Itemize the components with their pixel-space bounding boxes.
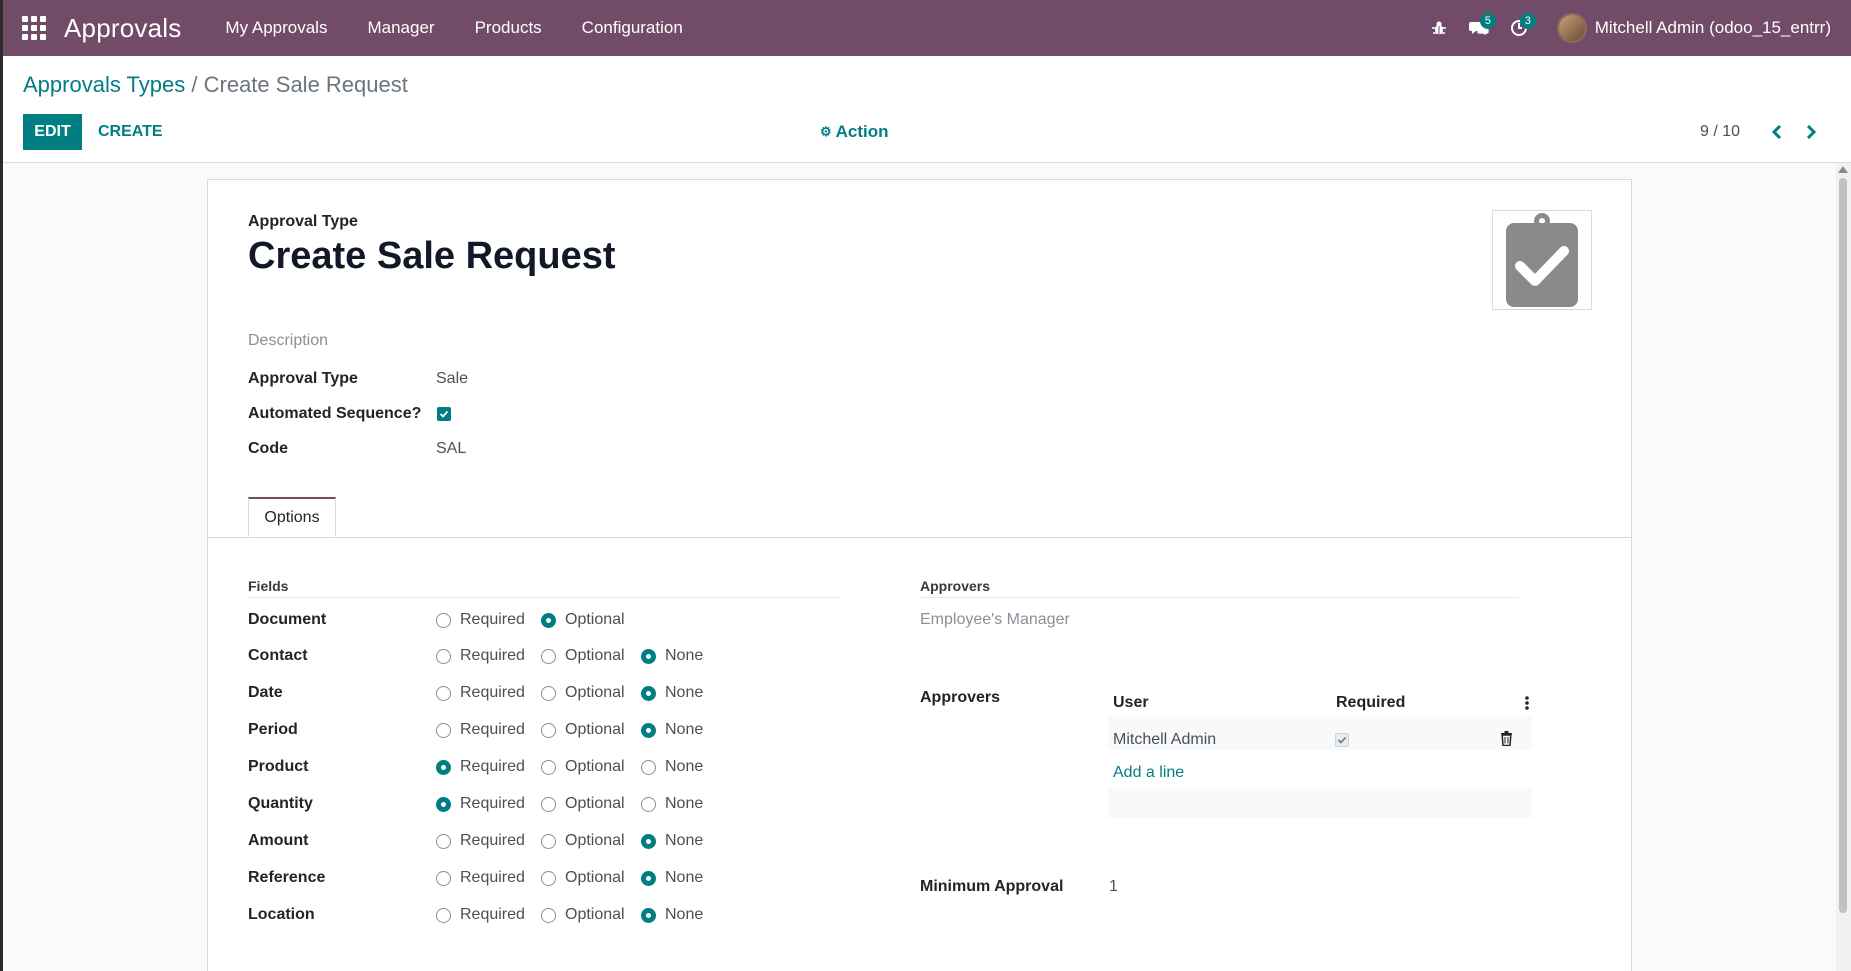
messages-chat-icon[interactable]: 5 [1459,0,1499,56]
menu-configuration[interactable]: Configuration [562,18,703,38]
tab-options[interactable]: Options [248,497,336,537]
period-required-radio[interactable]: Required [436,721,525,739]
breadcrumb-current: Create Sale Request [203,72,408,97]
contact-none-radio[interactable]: None [641,647,703,665]
reference-required-radio[interactable]: Required [436,869,525,887]
approvers-section-title: Approvers [920,578,991,594]
create-button[interactable]: CREATE [98,114,163,150]
approver-required-checkbox[interactable] [1335,733,1349,747]
column-user[interactable]: User [1113,694,1149,712]
pager-next-button[interactable] [1796,114,1826,150]
field-row-label: Reference [248,869,326,886]
amount-optional-radio[interactable]: Optional [541,832,625,850]
breadcrumb-parent-link[interactable]: Approvals Types [23,72,185,97]
column-required[interactable]: Required [1336,694,1405,712]
approval-type-value: Sale [436,370,469,387]
add-line-link[interactable]: Add a line [1113,764,1184,782]
period-none-radio[interactable]: None [641,721,703,739]
code-value: SAL [436,440,467,457]
column-options-icon[interactable] [1525,695,1529,716]
apps-menu-icon[interactable] [21,15,47,41]
amount-none-radio[interactable]: None [641,832,703,850]
automated-sequence-label: Automated Sequence? [248,405,422,422]
quantity-none-radio[interactable]: None [641,795,703,813]
field-row-label: Quantity [248,795,313,812]
amount-required-radio[interactable]: Required [436,832,525,850]
check-icon [1337,736,1347,744]
field-row-label: Location [248,906,315,923]
scroll-up-arrow-icon[interactable] [1838,166,1848,173]
table-empty-row [1108,788,1532,818]
contact-required-radio[interactable]: Required [436,647,525,665]
chevron-left-icon [1771,124,1782,140]
pager-value[interactable]: 9 / 10 [1700,114,1740,150]
minimum-approval-value[interactable]: 1 [1109,878,1118,896]
location-required-radio[interactable]: Required [436,906,525,924]
field-row-label: Contact [248,647,308,664]
date-none-radio[interactable]: None [641,684,703,702]
approval-type-label: Approval Type [248,370,358,387]
debug-bug-icon[interactable] [1419,0,1459,56]
top-navbar: Approvals My Approvals Manager Products … [0,0,1851,56]
location-optional-radio[interactable]: Optional [541,906,625,924]
edit-button[interactable]: EDIT [23,114,82,150]
breadcrumb-separator: / [191,72,198,97]
reference-optional-radio[interactable]: Optional [541,869,625,887]
reference-none-radio[interactable]: None [641,869,703,887]
menu-products[interactable]: Products [455,18,562,38]
field-row-label: Period [248,721,298,738]
app-title[interactable]: Approvals [64,13,181,44]
navbar-systray: 5 3 Mitchell Admin (odoo_15_entrr) [1419,0,1831,56]
field-row-label: Date [248,684,283,701]
automated-sequence-checkbox[interactable] [437,407,451,421]
activities-clock-icon[interactable]: 3 [1499,0,1539,56]
approver-user-cell[interactable]: Mitchell Admin [1113,731,1216,749]
description-field[interactable]: Description [248,332,328,350]
fields-section-divider [248,597,841,598]
breadcrumb: Approvals Types / Create Sale Request [23,72,408,98]
menu-my-approvals[interactable]: My Approvals [205,18,347,38]
code-label: Code [248,440,288,457]
document-optional-radio[interactable]: Optional [541,611,625,629]
clipboard-check-icon [1506,213,1578,307]
check-icon [439,410,449,418]
user-menu[interactable]: Mitchell Admin (odoo_15_entrr) [1595,18,1831,38]
window-edge [0,0,3,971]
fields-section-title: Fields [248,578,289,594]
field-row-label: Amount [248,832,309,849]
menu-manager[interactable]: Manager [347,18,454,38]
form-sheet: Approval Type Create Sale Request Descri… [207,179,1632,971]
approvers-label: Approvers [920,689,1001,706]
category-image[interactable] [1492,210,1592,310]
product-none-radio[interactable]: None [641,758,703,776]
minimum-approval-label: Minimum Approval [920,878,1064,895]
pager-previous-button[interactable] [1762,114,1792,150]
date-optional-radio[interactable]: Optional [541,684,625,702]
location-none-radio[interactable]: None [641,906,703,924]
period-optional-radio[interactable]: Optional [541,721,625,739]
tab-divider [208,537,1631,538]
chevron-right-icon [1806,124,1817,140]
date-required-radio[interactable]: Required [436,684,525,702]
approvers-section-divider [920,597,1519,598]
user-avatar[interactable] [1556,13,1587,43]
quantity-optional-radio[interactable]: Optional [541,795,625,813]
field-row-label: Document [248,611,327,628]
action-label: Action [835,122,889,141]
quantity-required-radio[interactable]: Required [436,795,525,813]
manager-approver-value: Employee's Manager [920,611,1070,628]
delete-trash-icon[interactable] [1500,731,1513,751]
approval-type-caption: Approval Type [248,213,358,230]
scrollbar-thumb[interactable] [1839,178,1847,913]
contact-optional-radio[interactable]: Optional [541,647,625,665]
document-required-radio[interactable]: Required [436,611,525,629]
activities-badge: 3 [1519,13,1536,29]
product-optional-radio[interactable]: Optional [541,758,625,776]
record-title: Create Sale Request [248,235,616,277]
action-menu-button[interactable]: ⚙ Action [820,114,889,150]
product-required-radio[interactable]: Required [436,758,525,776]
gear-icon: ⚙ [820,124,832,139]
messages-badge: 5 [1479,13,1496,29]
field-row-label: Product [248,758,309,775]
